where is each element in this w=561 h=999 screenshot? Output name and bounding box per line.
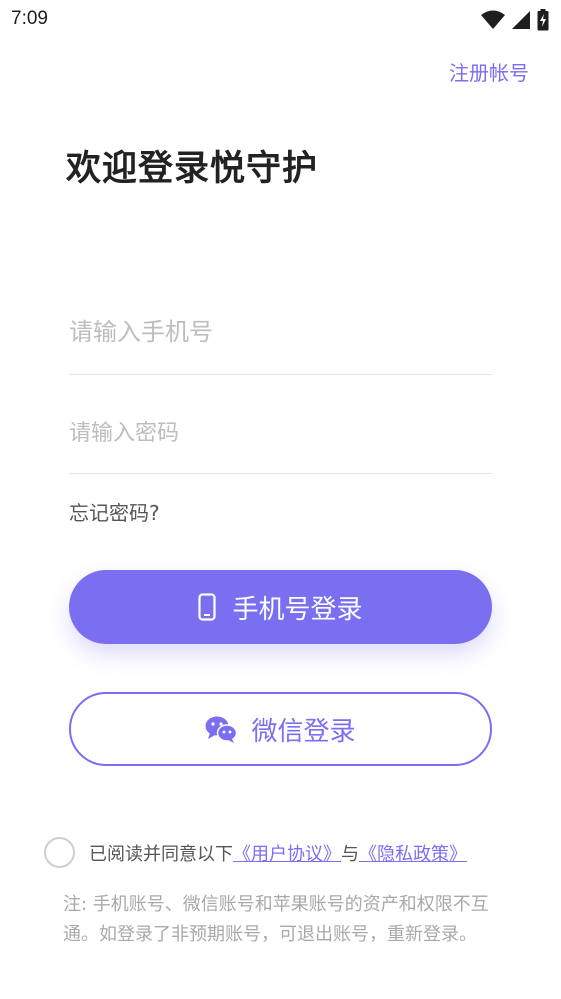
phone-login-button[interactable]: 手机号登录: [69, 570, 492, 644]
agreement-prefix: 已阅读并同意以下: [89, 843, 233, 865]
status-bar: 7:09: [0, 0, 561, 38]
wifi-icon: [481, 10, 505, 29]
status-time: 7:09: [11, 8, 48, 29]
wechat-icon: [205, 716, 238, 743]
status-icons: [481, 9, 549, 31]
wechat-login-button[interactable]: 微信登录: [69, 692, 492, 766]
agreement-checkbox[interactable]: [44, 837, 75, 868]
account-note: 注: 手机账号、微信账号和苹果账号的资产和权限不互通。如登录了非预期账号，可退出…: [63, 894, 489, 945]
agreement-and: 与: [341, 843, 359, 865]
forgot-password-link[interactable]: 忘记密码?: [69, 497, 160, 526]
mobile-phone-icon: [198, 593, 217, 621]
user-agreement-link[interactable]: 《用户协议》: [233, 840, 341, 866]
phone-login-label: 手机号登录: [232, 594, 363, 625]
register-account-link[interactable]: 注册帐号: [449, 57, 529, 86]
password-field-row: [69, 421, 492, 474]
phone-field-row: [69, 318, 492, 375]
page-title: 欢迎登录悦守护: [66, 149, 319, 189]
battery-charging-icon: [537, 9, 549, 31]
privacy-policy-link[interactable]: 《隐私政策》: [359, 840, 467, 866]
agreement-row: 已阅读并同意以下 《用户协议》 与 《隐私政策》: [44, 837, 467, 868]
signal-icon: [512, 11, 530, 29]
phone-input[interactable]: [69, 318, 492, 346]
wechat-login-label: 微信登录: [251, 716, 356, 747]
password-input[interactable]: [69, 421, 492, 446]
